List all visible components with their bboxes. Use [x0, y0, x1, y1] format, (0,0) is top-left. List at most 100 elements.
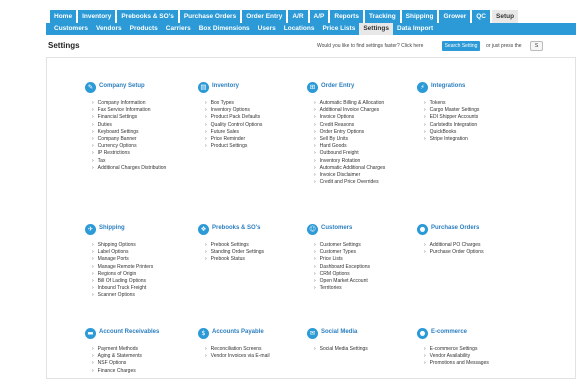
setting-link[interactable]: Finance Charges [92, 368, 195, 375]
setting-link[interactable]: Price Reminder [205, 136, 308, 143]
tab-home[interactable]: Home [50, 10, 77, 23]
setting-link[interactable]: Vendor Availability [424, 353, 527, 360]
section-title: Shipping [99, 225, 125, 231]
subtab-price-lists[interactable]: Price Lists [318, 23, 359, 35]
setting-link[interactable]: Dashboard Exceptions [314, 264, 417, 271]
subtab-data-import[interactable]: Data Import [393, 23, 437, 35]
tab-tracking[interactable]: Tracking [364, 10, 400, 23]
setting-link[interactable]: Price Lists [314, 256, 417, 263]
setting-link[interactable]: NSF Options [92, 360, 195, 367]
setting-link[interactable]: Order Entry Options [314, 129, 417, 136]
tab-qc[interactable]: QC [472, 10, 490, 23]
subtab-products[interactable]: Products [126, 23, 162, 35]
setting-link[interactable]: Product Pack Defaults [205, 114, 308, 121]
tab-order-entry[interactable]: Order Entry [242, 10, 287, 23]
setting-link[interactable]: Manage Remote Printers [92, 264, 195, 271]
setting-link[interactable]: Promotions and Messages [424, 360, 527, 367]
setting-link[interactable]: Shipping Options [92, 242, 195, 249]
section-purchase-orders: ● Purchase Orders Additional PO Charges … [417, 224, 527, 256]
setting-link[interactable]: Tax [92, 158, 195, 165]
setting-link[interactable]: Aging & Statements [92, 353, 195, 360]
setting-link[interactable]: CRM Options [314, 271, 417, 278]
subtab-locations[interactable]: Locations [280, 23, 319, 35]
setting-link[interactable]: Box Types [205, 100, 308, 107]
tab-grower[interactable]: Grower [439, 10, 471, 23]
setting-link[interactable]: Company Banner [92, 136, 195, 143]
subtab-settings[interactable]: Settings [359, 23, 393, 35]
setting-link[interactable]: Stripe Integration [424, 136, 527, 143]
subtab-box-dimensions[interactable]: Box Dimensions [195, 23, 254, 35]
setting-link[interactable]: Outbound Freight [314, 150, 417, 157]
setting-link[interactable]: Standing Order Settings [205, 249, 308, 256]
setting-link[interactable]: Payment Methods [92, 346, 195, 353]
setting-link[interactable]: E-commerce Settings [424, 346, 527, 353]
prebook-icon: ❖ [198, 224, 209, 235]
tab-setup[interactable]: Setup [492, 10, 519, 23]
setting-link[interactable]: Label Options [92, 249, 195, 256]
purchase-orders-icon: ● [417, 224, 428, 235]
setting-link[interactable]: Open Market Account [314, 278, 417, 285]
setting-link[interactable]: Territories [314, 285, 417, 292]
setting-link[interactable]: Inventory Rotation [314, 158, 417, 165]
setting-link[interactable]: Customer Types [314, 249, 417, 256]
search-setting-button[interactable]: Search Setting [442, 41, 480, 51]
setting-link[interactable]: Duties [92, 122, 195, 129]
tab-ap[interactable]: A/P [309, 10, 329, 23]
setting-link[interactable]: Company Information [92, 100, 195, 107]
setting-link[interactable]: Inventory Options [205, 107, 308, 114]
payable-icon: $ [198, 328, 209, 339]
setting-link[interactable]: Tokens [424, 100, 527, 107]
setting-link[interactable]: Regions of Origin [92, 271, 195, 278]
setting-link[interactable]: Product Settings [205, 143, 308, 150]
page-title: Settings [48, 41, 80, 50]
setting-link[interactable]: Prebook Settings [205, 242, 308, 249]
setting-link[interactable]: Additional PO Charges [424, 242, 527, 249]
setting-link[interactable]: Additional Charges Distribution [92, 165, 195, 172]
setting-link[interactable]: Invoice Options [314, 114, 417, 121]
setting-link[interactable]: IP Restrictions [92, 150, 195, 157]
subtab-users[interactable]: Users [254, 23, 280, 35]
setting-link[interactable]: Hard Goods [314, 143, 417, 150]
section-title: Company Setup [99, 83, 145, 89]
setting-link[interactable]: Keyboard Settings [92, 129, 195, 136]
subtab-carriers[interactable]: Carriers [162, 23, 195, 35]
setting-link[interactable]: Customer Settings [314, 242, 417, 249]
section-title: Prebooks & SO's [212, 225, 261, 231]
setting-link[interactable]: Sell By Units [314, 136, 417, 143]
setting-link[interactable]: Bill Of Lading Options [92, 278, 195, 285]
setting-link[interactable]: Cargo Master Settings [424, 107, 527, 114]
setting-link[interactable]: Fax Service Information [92, 107, 195, 114]
plug-icon: ⚡ [417, 82, 428, 93]
setting-link[interactable]: Purchase Order Options [424, 249, 527, 256]
setting-link[interactable]: Reconciliation Screens [205, 346, 308, 353]
main-tabs: Home Inventory Prebooks & SO's Purchase … [50, 10, 519, 23]
setting-link[interactable]: Social Media Settings [314, 346, 417, 353]
setting-link[interactable]: Credit Reasons [314, 122, 417, 129]
ecommerce-icon: ● [417, 328, 428, 339]
setting-link[interactable]: Prebook Status [205, 256, 308, 263]
setting-link[interactable]: EDI Shipper Accounts [424, 114, 527, 121]
subtab-customers[interactable]: Customers [50, 23, 92, 35]
setting-link[interactable]: Inbound Truck Freight [92, 285, 195, 292]
tab-reports[interactable]: Reports [330, 10, 363, 23]
setting-link[interactable]: Future Sales [205, 129, 308, 136]
setting-link[interactable]: Scanner Options [92, 292, 195, 299]
setting-link[interactable]: Currency Options [92, 143, 195, 150]
tab-ar[interactable]: A/R [288, 10, 308, 23]
tab-inventory[interactable]: Inventory [78, 10, 116, 23]
setting-link[interactable]: Carlstedts Integration [424, 122, 527, 129]
setting-link[interactable]: Vendor Invoices via E-mail [205, 353, 308, 360]
setting-link[interactable]: Additional Invoice Charges [314, 107, 417, 114]
setting-link[interactable]: QuickBooks [424, 129, 527, 136]
setting-link[interactable]: Invoice Disclaimer [314, 172, 417, 179]
tab-prebooks[interactable]: Prebooks & SO's [117, 10, 178, 23]
setting-link[interactable]: Quality Control Options [205, 122, 308, 129]
setting-link[interactable]: Manage Ports [92, 256, 195, 263]
tab-shipping[interactable]: Shipping [401, 10, 438, 23]
setting-link[interactable]: Automatic Additional Charges [314, 165, 417, 172]
setting-link[interactable]: Financial Settings [92, 114, 195, 121]
setting-link[interactable]: Automatic Billing & Allocation [314, 100, 417, 107]
subtab-vendors[interactable]: Vendors [92, 23, 126, 35]
setting-link[interactable]: Credit and Price Overrides [314, 179, 417, 186]
tab-purchase-orders[interactable]: Purchase Orders [179, 10, 241, 23]
